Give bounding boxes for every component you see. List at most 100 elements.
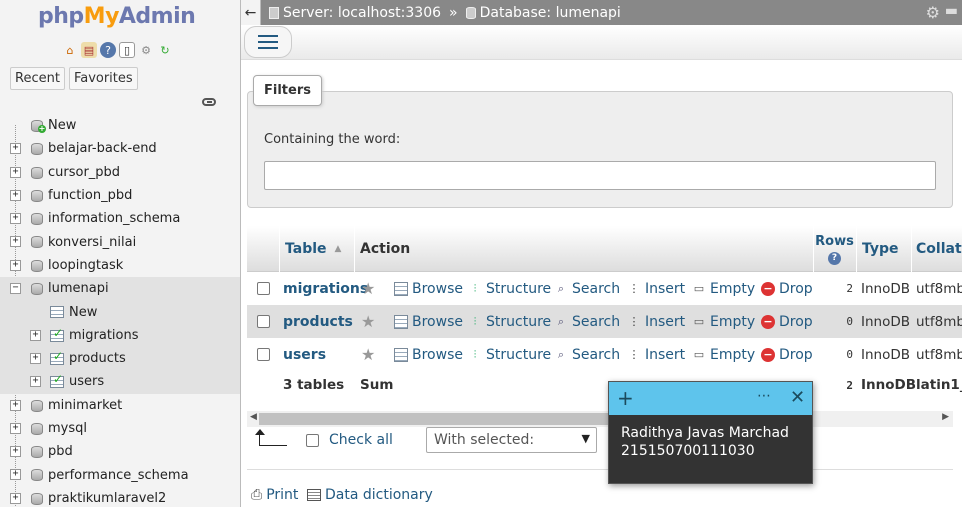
collapse-top-icon[interactable]: ▬ <box>945 3 958 19</box>
check-all-checkbox[interactable] <box>306 434 319 447</box>
tree-item-loopingtask[interactable]: + loopingtask <box>0 254 240 277</box>
horizontal-scrollbar[interactable]: ◀ ▶ <box>247 411 953 427</box>
collapse-icon[interactable]: − <box>10 283 21 295</box>
recent-tab[interactable]: Recent <box>10 67 65 90</box>
favorites-tab[interactable]: Favorites <box>68 67 138 90</box>
favorite-star-icon[interactable]: ★ <box>361 312 375 331</box>
tree-item-information-schema[interactable]: + information_schema <box>0 207 240 230</box>
reload-icon[interactable]: ↻ <box>157 42 173 58</box>
column-header-collation[interactable]: Collat <box>911 226 962 272</box>
tree-item-performance-schema[interactable]: + performance_schema <box>0 463 240 486</box>
scroll-left-icon[interactable]: ◀ <box>250 412 257 422</box>
favorite-star-icon[interactable]: ★ <box>361 345 375 364</box>
structure-action[interactable]: ⫶ Structure <box>468 338 552 371</box>
filter-input[interactable] <box>264 161 936 190</box>
sticky-note-header[interactable]: + ⋯ ✕ <box>609 382 812 415</box>
column-header-rows[interactable]: Rows ? <box>813 226 855 272</box>
expand-icon[interactable]: + <box>10 259 21 271</box>
empty-action[interactable]: ▭ Empty <box>692 272 755 305</box>
with-selected-dropdown[interactable]: With selected: ▼ <box>426 427 597 453</box>
expand-icon[interactable]: + <box>10 213 21 225</box>
expand-icon[interactable]: + <box>10 469 21 481</box>
tree-item-products[interactable]: + products <box>0 346 240 371</box>
tree-item-new-table[interactable]: New <box>0 300 240 324</box>
tree-label: mysql <box>48 421 87 436</box>
search-action[interactable]: ⌕ Search <box>554 338 620 371</box>
structure-action[interactable]: ⫶ Structure <box>468 272 552 305</box>
insert-action[interactable]: ⋮ Insert <box>627 305 686 338</box>
docs-icon[interactable]: ▯ <box>119 42 135 58</box>
search-action[interactable]: ⌕ Search <box>554 272 620 305</box>
tree-item-belajar-back-end[interactable]: + belajar-back-end <box>0 137 240 160</box>
row-checkbox[interactable] <box>257 348 270 361</box>
search-action[interactable]: ⌕ Search <box>554 305 620 338</box>
expand-icon[interactable]: + <box>10 143 21 155</box>
insert-action[interactable]: ⋮ Insert <box>627 338 686 371</box>
sticky-note-text[interactable]: Radithya Javas Marchad 215150700111030 <box>609 415 812 469</box>
tree-item-function-pbd[interactable]: + function_pbd <box>0 184 240 207</box>
expand-icon[interactable]: + <box>10 446 21 458</box>
expand-icon[interactable]: + <box>30 352 41 364</box>
server-icon[interactable]: ▤ <box>81 42 97 58</box>
expand-icon[interactable]: + <box>10 166 21 178</box>
expand-icon[interactable]: + <box>10 492 21 504</box>
empty-action[interactable]: ▭ Empty <box>692 305 755 338</box>
empty-action[interactable]: ▭ Empty <box>692 338 755 371</box>
structure-action[interactable]: ⫶ Structure <box>468 305 552 338</box>
browse-action[interactable]: Browse <box>394 272 463 305</box>
link-with-main-panel-icon[interactable] <box>202 98 216 106</box>
print-link[interactable]: ⎙ Print <box>251 487 298 503</box>
browse-action[interactable]: Browse <box>394 305 463 338</box>
expand-icon[interactable]: + <box>10 399 21 411</box>
row-checkbox[interactable] <box>257 315 270 328</box>
structure-label: Structure <box>486 346 552 363</box>
settings-icon[interactable]: ⚙ <box>138 42 154 58</box>
help-icon[interactable]: ? <box>100 42 116 58</box>
hamburger-menu-icon[interactable] <box>244 26 292 58</box>
expand-icon[interactable]: + <box>30 329 41 341</box>
scrollbar-thumb[interactable] <box>259 413 619 425</box>
tree-item-lumenapi[interactable]: − lumenapi <box>0 277 240 301</box>
gear-icon[interactable]: ⚙ <box>926 3 940 22</box>
tree-item-minimarket[interactable]: + minimarket <box>0 394 240 417</box>
tree-label: products <box>69 351 126 367</box>
home-icon[interactable]: ⌂ <box>62 42 78 58</box>
tree-item-pbd[interactable]: + pbd <box>0 440 240 463</box>
tree-item-mysql[interactable]: + mysql <box>0 417 240 440</box>
collapse-nav-arrow-icon[interactable]: ← <box>241 0 261 25</box>
phpmyadmin-logo[interactable]: phpMyAdmin <box>38 4 196 29</box>
add-note-icon[interactable]: + <box>617 386 634 410</box>
close-icon[interactable]: ✕ <box>790 387 805 408</box>
expand-icon[interactable]: + <box>10 422 21 434</box>
breadcrumb-database[interactable]: Database: lumenapi <box>465 5 621 21</box>
expand-icon[interactable]: + <box>30 376 41 388</box>
table-name-link[interactable]: migrations <box>283 281 368 297</box>
expand-icon[interactable]: + <box>10 189 21 201</box>
tree-item-konversi-nilai[interactable]: + konversi_nilai <box>0 230 240 253</box>
favorite-star-icon[interactable]: ★ <box>361 279 375 298</box>
column-header-type[interactable]: Type <box>856 226 910 272</box>
browse-label: Browse <box>412 280 463 297</box>
sticky-note-window[interactable]: + ⋯ ✕ Radithya Javas Marchad 21515070011… <box>608 381 813 484</box>
tree-item-users[interactable]: + users <box>0 370 240 394</box>
expand-icon[interactable]: + <box>10 236 21 248</box>
browse-action[interactable]: Browse <box>394 338 463 371</box>
row-checkbox[interactable] <box>257 282 270 295</box>
more-options-icon[interactable]: ⋯ <box>757 388 771 404</box>
tree-item-praktikumlaravel2[interactable]: + praktikumlaravel2 <box>0 487 240 507</box>
scroll-right-icon[interactable]: ▶ <box>942 412 949 422</box>
data-dictionary-link[interactable]: Data dictionary <box>307 487 433 503</box>
breadcrumb-server[interactable]: Server: localhost:3306 <box>269 5 441 21</box>
drop-action[interactable]: − Drop <box>761 305 813 338</box>
check-all-label[interactable]: Check all <box>329 432 393 448</box>
drop-action[interactable]: − Drop <box>761 338 813 371</box>
insert-action[interactable]: ⋮ Insert <box>627 272 686 305</box>
table-name-link[interactable]: products <box>283 314 353 330</box>
tree-item-new-database[interactable]: + New <box>0 114 240 137</box>
table-name-link[interactable]: users <box>283 347 326 363</box>
tree-item-migrations[interactable]: + migrations <box>0 323 240 347</box>
drop-action[interactable]: − Drop <box>761 272 813 305</box>
help-icon[interactable]: ? <box>828 251 841 265</box>
column-header-table[interactable]: Table ▲ <box>279 226 353 272</box>
tree-item-cursor-pbd[interactable]: + cursor_pbd <box>0 161 240 184</box>
